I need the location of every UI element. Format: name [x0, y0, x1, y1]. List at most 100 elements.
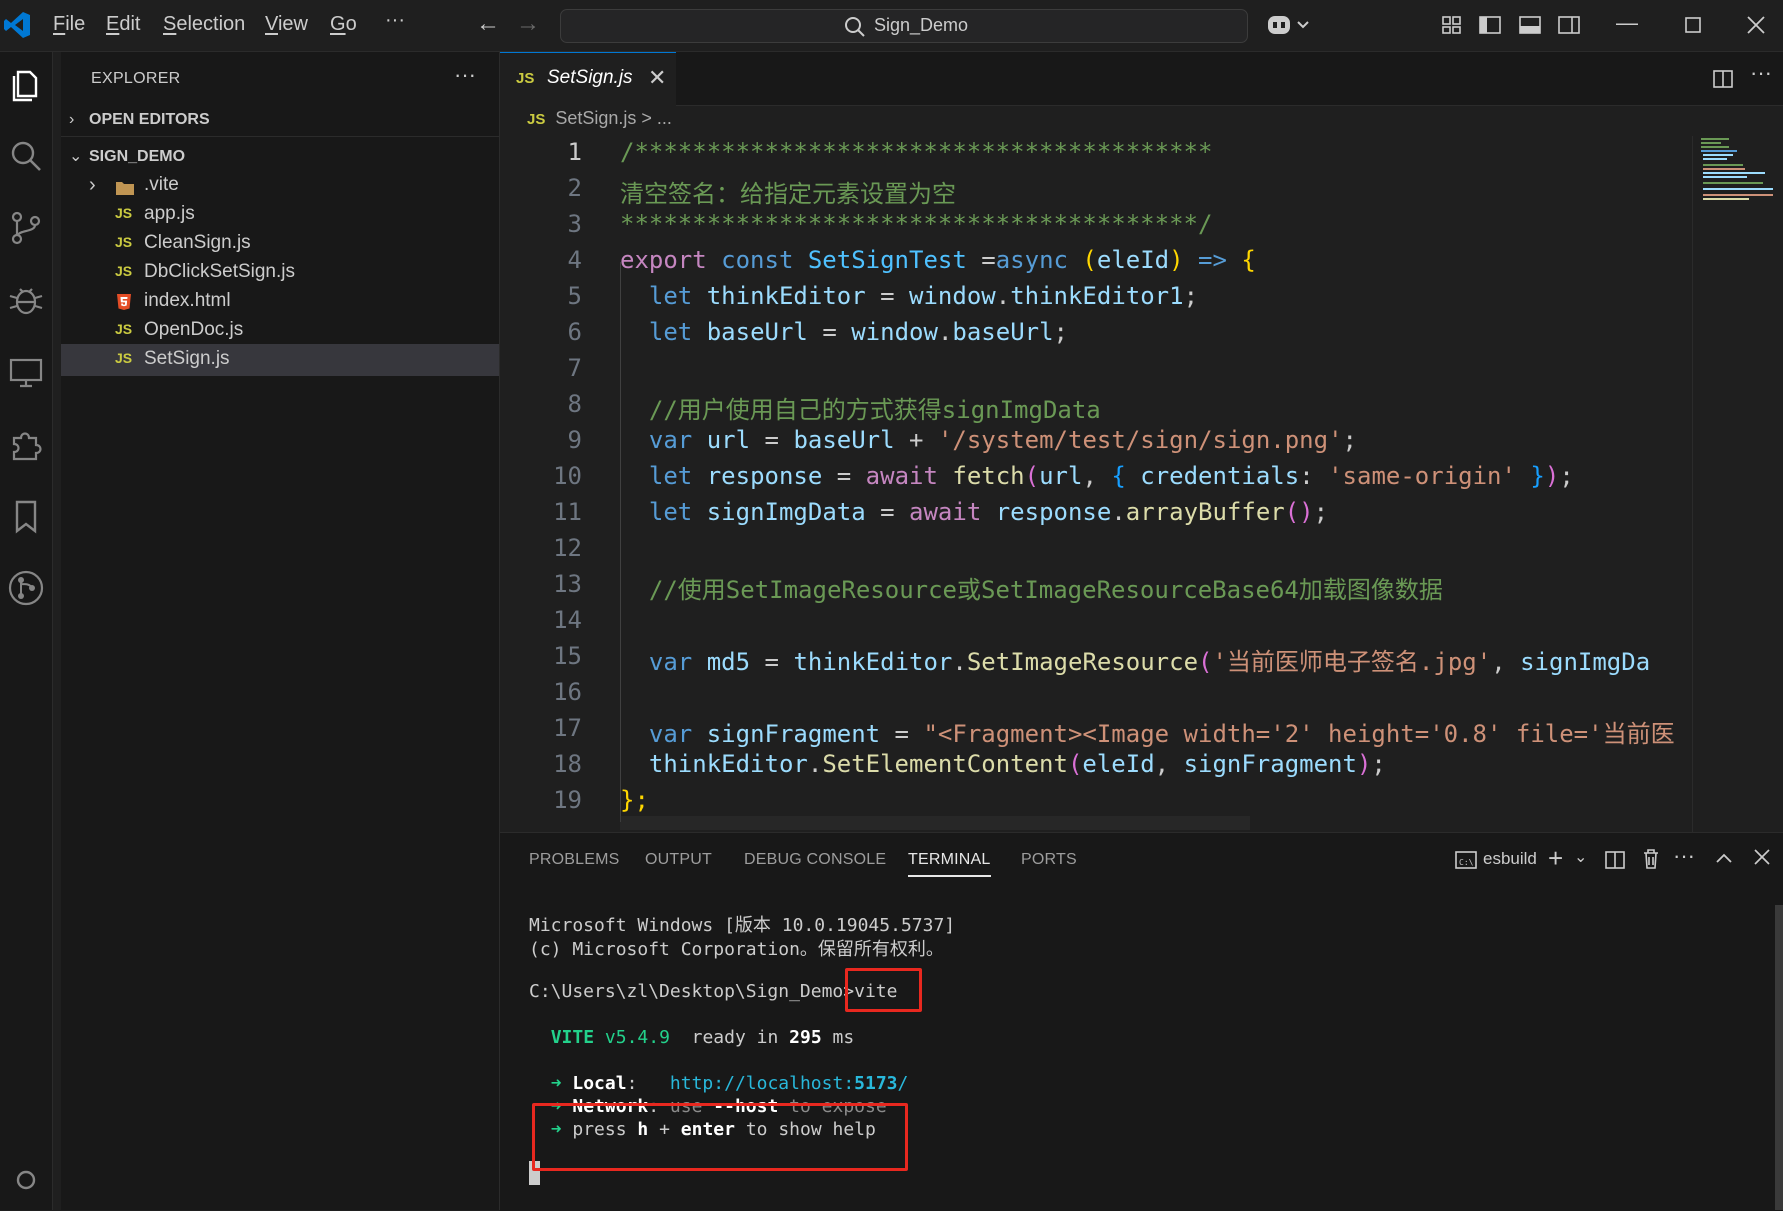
code-line-10: let response = await fetch(url, { creden… — [648, 462, 1574, 490]
tab-terminal[interactable]: TERMINAL — [908, 851, 991, 877]
command-center-search[interactable]: Sign_Demo — [560, 9, 1248, 43]
copilot-icon[interactable] — [1266, 12, 1314, 38]
menu-go[interactable]: Go — [330, 13, 357, 36]
line-number: 16 — [553, 678, 582, 706]
run-debug-icon[interactable] — [6, 280, 46, 320]
terminal-scrollbar[interactable] — [1775, 905, 1783, 1210]
line-number: 2 — [567, 174, 582, 202]
code-line-11: let signImgData = await response.arrayBu… — [648, 498, 1329, 526]
line-number: 5 — [567, 282, 582, 310]
trash-icon[interactable] — [1641, 848, 1661, 870]
horizontal-scrollbar[interactable] — [620, 816, 1250, 830]
tree-item-label: SetSign.js — [144, 348, 230, 369]
chevron-down-icon[interactable]: ⌄ — [1574, 847, 1587, 867]
toggle-primary-sidebar-icon[interactable] — [1478, 14, 1502, 36]
breadcrumb-rest[interactable]: > ... — [641, 108, 672, 128]
extensions-icon[interactable] — [6, 424, 46, 464]
accounts-icon[interactable] — [6, 1160, 46, 1200]
toggle-panel-icon[interactable] — [1518, 14, 1542, 36]
tab-setsign-js[interactable]: JS SetSign.js ✕ — [500, 52, 676, 107]
comment: 清空签名：给指定元素设置为空 — [620, 180, 956, 208]
editor-tab-bar: JS SetSign.js ✕ ··· — [500, 52, 1783, 107]
terminal-name[interactable]: esbuild — [1483, 849, 1537, 869]
menu-more-button[interactable]: ··· — [385, 9, 405, 32]
tree-item-index-html[interactable]: index.html — [61, 286, 499, 318]
tab-problems[interactable]: PROBLEMS — [529, 851, 620, 869]
customize-layout-icon[interactable] — [1441, 14, 1463, 36]
line-number: 9 — [567, 426, 582, 454]
menu-selection[interactable]: Selection — [163, 13, 245, 36]
line-number: 4 — [567, 246, 582, 274]
svg-text:C:\: C:\ — [1459, 858, 1474, 867]
git-graph-icon[interactable] — [6, 568, 46, 608]
js-file-icon: JS — [115, 263, 133, 279]
line-number: 14 — [553, 606, 582, 634]
maximize-button[interactable] — [1684, 16, 1702, 34]
line-number: 3 — [567, 210, 582, 238]
tree-item-label: DbClickSetSign.js — [144, 261, 295, 282]
toggle-secondary-sidebar-icon[interactable] — [1557, 14, 1581, 36]
bookmarks-icon[interactable] — [6, 496, 46, 536]
close-tab-icon[interactable]: ✕ — [648, 65, 666, 91]
tab-output[interactable]: OUTPUT — [645, 851, 712, 869]
remote-explorer-icon[interactable] — [6, 352, 46, 392]
tree-item-cleansign-js[interactable]: JS CleanSign.js — [61, 228, 499, 260]
search-icon — [845, 17, 865, 37]
activity-bar — [0, 52, 53, 1210]
js-file-icon: JS — [115, 321, 133, 337]
js-file-icon: JS — [516, 70, 535, 87]
minimize-button[interactable]: — — [1616, 10, 1638, 36]
tree-item-app-js[interactable]: JS app.js — [61, 199, 499, 231]
code-line-17: var signFragment = "<Fragment><Image wid… — [648, 720, 1675, 748]
terminal-output[interactable]: Microsoft Windows [版本 10.0.19045.5737] (… — [529, 911, 955, 1140]
open-editors-section[interactable]: › OPEN EDITORS — [69, 111, 210, 129]
menu-file[interactable]: File — [53, 13, 85, 36]
line-number: 17 — [553, 714, 582, 742]
breadcrumb-file[interactable]: SetSign.js — [555, 108, 636, 128]
new-terminal-icon[interactable]: + — [1548, 843, 1563, 874]
chevron-right-icon: › — [89, 174, 96, 196]
menu-view[interactable]: View — [265, 13, 308, 36]
panel-more-button[interactable]: ··· — [1673, 843, 1695, 869]
bottom-panel: PROBLEMS OUTPUT DEBUG CONSOLE TERMINAL P… — [500, 832, 1783, 1211]
code-line-5: let thinkEditor = window.thinkEditor1; — [648, 282, 1199, 310]
forward-arrow-icon[interactable]: → — [516, 10, 540, 38]
js-file-icon: JS — [115, 234, 133, 250]
split-editor-icon[interactable] — [1712, 68, 1734, 90]
tab-label: SetSign.js — [547, 67, 633, 88]
terminal-line: Microsoft Windows [版本 10.0.19045.5737] — [529, 915, 956, 936]
explorer-icon[interactable] — [6, 64, 46, 104]
sidebar-title: EXPLORER — [91, 70, 181, 87]
menu-edit[interactable]: Edit — [106, 13, 140, 36]
close-panel-icon[interactable] — [1753, 848, 1771, 866]
sidebar-more-button[interactable]: ··· — [454, 62, 476, 88]
maximize-panel-icon[interactable] — [1715, 851, 1733, 865]
tree-item-vite-folder[interactable]: › .vite — [61, 170, 499, 202]
annotation-box-local-url — [532, 1103, 908, 1171]
tree-item-opendoc-js[interactable]: JS OpenDoc.js — [61, 315, 499, 347]
tab-debug-console[interactable]: DEBUG CONSOLE — [744, 851, 886, 869]
tree-item-label: app.js — [144, 203, 195, 224]
chevron-down-icon: ⌄ — [69, 148, 83, 165]
back-arrow-icon[interactable]: ← — [476, 10, 500, 38]
local-url-link[interactable]: http://localhost:5173/ — [670, 1073, 908, 1094]
line-number: 15 — [553, 642, 582, 670]
source-control-icon[interactable] — [6, 208, 46, 248]
section-divider — [61, 136, 499, 137]
code-editor[interactable]: 1 2 3 4 5 6 7 8 9 10 11 12 13 14 15 16 1… — [500, 136, 1692, 832]
comment: /***************************************… — [620, 138, 1213, 166]
editor-more-actions-button[interactable]: ··· — [1750, 60, 1772, 86]
split-terminal-icon[interactable] — [1604, 849, 1626, 871]
search-view-icon[interactable] — [6, 136, 46, 176]
tree-item-setsign-js[interactable]: JS SetSign.js — [61, 344, 499, 376]
line-number: 6 — [567, 318, 582, 346]
minimap[interactable] — [1692, 136, 1783, 832]
project-label: SIGN_DEMO — [89, 148, 186, 165]
close-window-button[interactable] — [1746, 15, 1766, 35]
tree-item-label: index.html — [144, 290, 231, 311]
vscode-logo-icon[interactable] — [2, 10, 32, 40]
terminal-local-url: ➜ Local: http://localhost:5173/ — [550, 1073, 909, 1094]
tree-item-dbclicksetsign-js[interactable]: JS DbClickSetSign.js — [61, 257, 499, 289]
project-section[interactable]: ⌄ SIGN_DEMO — [69, 146, 185, 166]
tab-ports[interactable]: PORTS — [1021, 851, 1077, 869]
